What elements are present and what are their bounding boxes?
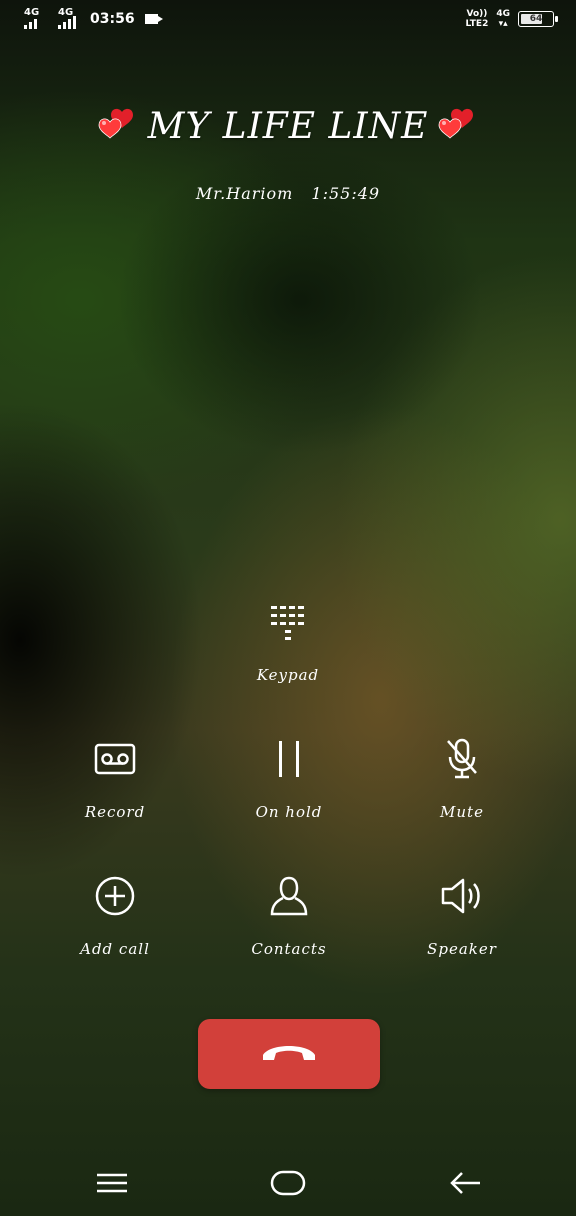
video-record-icon <box>144 14 163 24</box>
status-bar: 4G 4G 03:56 Vo)) LTE2 4G ▾▴ 64 <box>0 0 576 42</box>
menu-button[interactable] <box>92 1170 132 1200</box>
mute-button[interactable]: Mute <box>392 737 532 821</box>
signal-icon: 4G <box>58 7 80 29</box>
home-button[interactable] <box>268 1170 308 1200</box>
record-button[interactable]: Record <box>45 737 185 821</box>
caller-name: MY LIFE LINE <box>147 105 429 147</box>
pause-icon <box>219 737 359 781</box>
contacts-button[interactable]: Contacts <box>219 874 359 958</box>
volte-indicator: Vo)) LTE2 <box>465 9 489 29</box>
caller-name-row: MY LIFE LINE <box>0 104 576 148</box>
keypad-icon <box>218 600 358 644</box>
speaker-label: Speaker <box>427 940 497 958</box>
speaker-button[interactable]: Speaker <box>392 874 532 958</box>
speaker-icon <box>392 874 532 918</box>
two-hearts-emoji-icon <box>96 104 140 148</box>
hang-up-icon <box>260 1040 318 1068</box>
add-circle-icon <box>45 874 185 918</box>
status-time: 03:56 <box>90 11 135 27</box>
caller-subtitle: Mr.Hariom <box>195 184 294 203</box>
call-duration: 1:55:49 <box>311 184 381 203</box>
battery-icon: 64 <box>518 11 558 27</box>
back-icon <box>450 1171 482 1199</box>
contacts-label: Contacts <box>251 940 327 958</box>
record-icon <box>45 737 185 781</box>
contacts-icon <box>219 874 359 918</box>
mute-mic-icon <box>392 737 532 781</box>
back-button[interactable] <box>446 1170 486 1200</box>
add-call-button[interactable]: Add call <box>45 874 185 958</box>
call-info: Mr.Hariom 1:55:49 <box>0 184 576 203</box>
keypad-button[interactable]: Keypad <box>218 600 358 684</box>
keypad-label: Keypad <box>256 666 320 684</box>
record-label: Record <box>84 803 146 821</box>
home-icon <box>270 1170 306 1200</box>
hold-label: On hold <box>255 803 323 821</box>
two-hearts-emoji-icon <box>436 104 480 148</box>
navigation-bar <box>0 1150 576 1216</box>
add-call-label: Add call <box>80 940 150 958</box>
data-network-indicator: 4G ▾▴ <box>496 9 510 29</box>
mute-label: Mute <box>440 803 484 821</box>
signal-icon: 4G <box>24 7 46 29</box>
end-call-button[interactable] <box>198 1019 380 1089</box>
hold-button[interactable]: On hold <box>219 737 359 821</box>
menu-icon <box>96 1172 128 1198</box>
